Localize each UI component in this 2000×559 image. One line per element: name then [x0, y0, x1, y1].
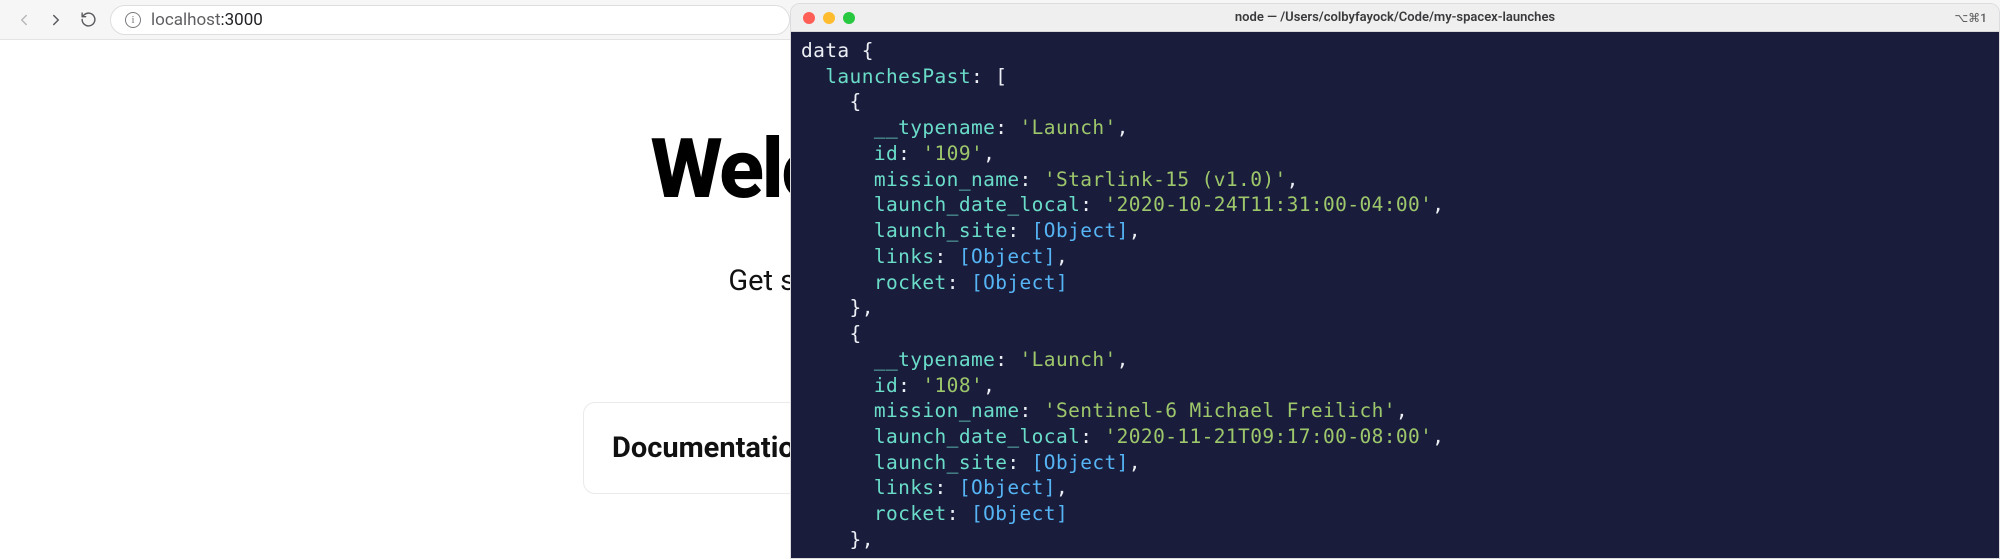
minimize-icon[interactable]	[823, 12, 835, 24]
terminal-output[interactable]: data { launchesPast: [ { __typename: 'La…	[791, 32, 1999, 558]
terminal-shortcut-hint: ⌥⌘1	[1954, 11, 1987, 25]
site-info-icon[interactable]: i	[125, 12, 141, 28]
terminal-titlebar[interactable]: node — /Users/colbyfayock/Code/my-spacex…	[791, 4, 1999, 32]
terminal-title: node — /Users/colbyfayock/Code/my-spacex…	[791, 10, 1999, 25]
back-button[interactable]	[14, 10, 34, 30]
url-text: localhost:3000	[151, 10, 263, 30]
forward-button[interactable]	[46, 10, 66, 30]
zoom-icon[interactable]	[843, 12, 855, 24]
reload-button[interactable]	[78, 10, 98, 30]
close-icon[interactable]	[803, 12, 815, 24]
address-bar[interactable]: i localhost:3000	[110, 5, 790, 35]
terminal-window: node — /Users/colbyfayock/Code/my-spacex…	[790, 3, 2000, 559]
